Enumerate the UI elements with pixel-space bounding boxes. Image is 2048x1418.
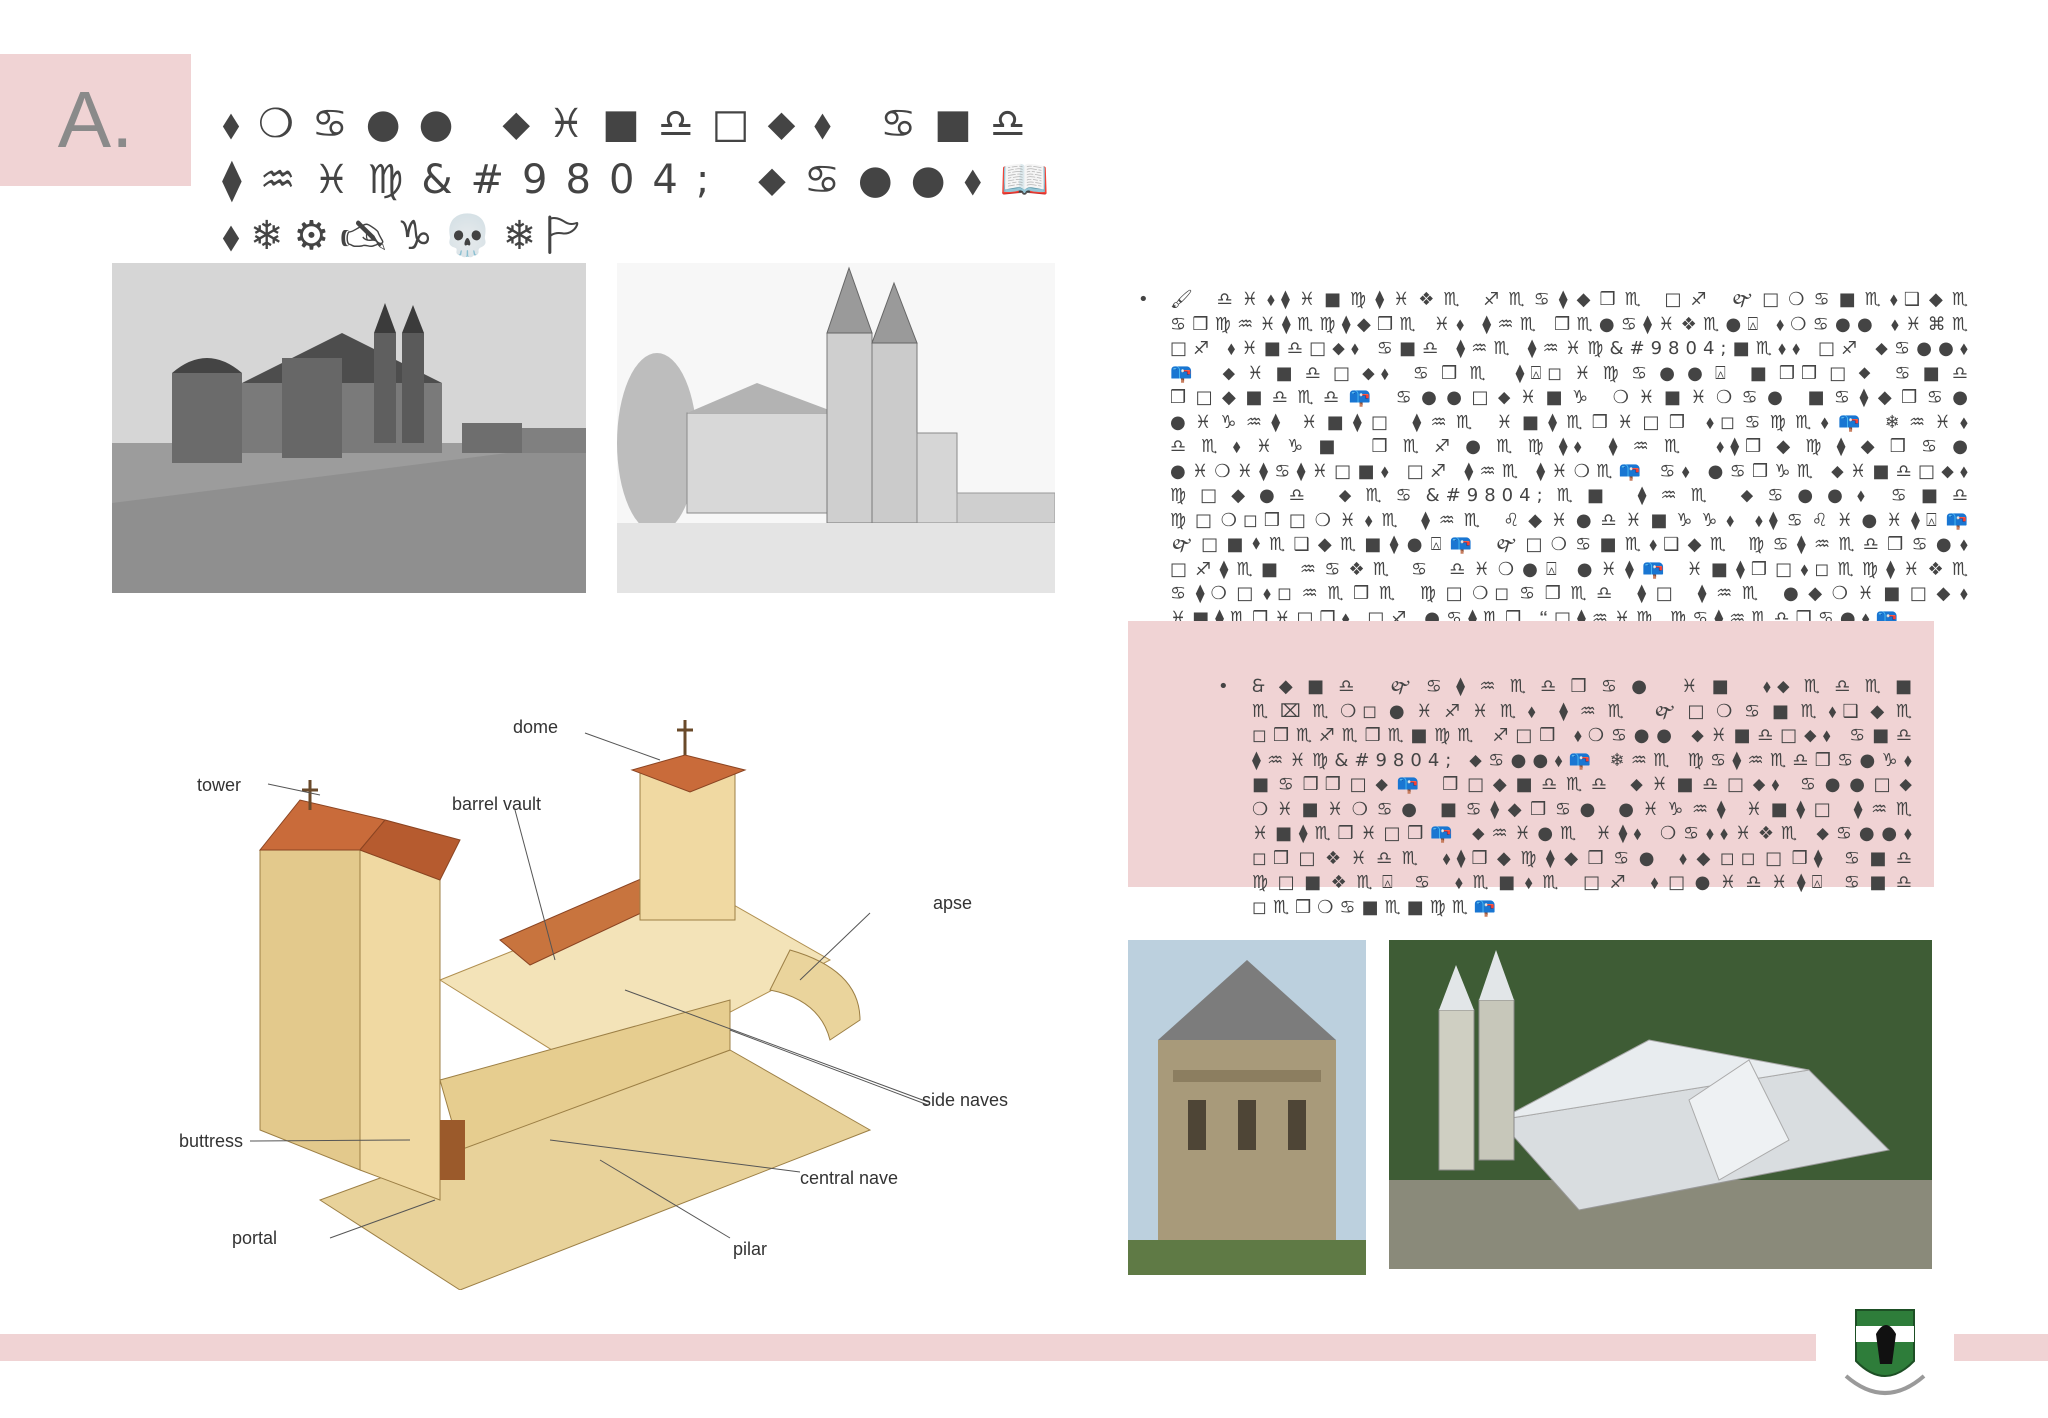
example-bullet-list: 🙲◆■♎ 🙰♋⧫♒♏♎❒♋● ♓■ ⬧⬥♏♎♏■ ♏⌧♏❍◻●♓♐♓♏⬧ ⧫♒♏… (1178, 675, 1918, 920)
intro-paragraph: 🖌 ♎♓⬧⧫♓■♍⧫♓❖♏ ♐♏♋⧫◆❒♏ □♐ 🙰□❍♋■♏⬧❑◆♏ ♋❒♍♒… (1138, 288, 1974, 631)
cathedral-photo-grayscale (112, 263, 586, 593)
label-buttress: buttress (179, 1131, 243, 1151)
intro-bullet-list: 🖌 ♎♓⬧⧫♓■♍⧫♓❖♏ ♐♏♋⧫◆❒♏ □♐ 🙰□❍♋■♏⬧❑◆♏ ♋❒♍♒… (1098, 288, 1974, 631)
section-letter: A. (57, 75, 134, 164)
label-apse: apse (933, 893, 972, 913)
footer-bar-left (0, 1334, 1816, 1361)
label-tower: tower (197, 775, 241, 795)
apse-photo (1128, 940, 1366, 1275)
label-pilar: pilar (733, 1239, 767, 1259)
label-central-nave: central nave (800, 1168, 898, 1188)
label-dome: dome (513, 717, 558, 737)
cathedral-engraving (617, 263, 1055, 593)
section-badge: A. (0, 54, 191, 186)
label-side-naves: side naves (922, 1090, 1008, 1110)
aerial-cathedral-photo (1389, 940, 1932, 1269)
title-line-2: ⬧❄⚙🖎♑💀❄🏱 (222, 213, 591, 259)
label-barrel-vault: barrel vault (452, 794, 541, 814)
romanesque-church-diagram: tower dome barrel vault apse side naves … (179, 717, 1008, 1290)
title-line-1: ⬧❍♋●● ⬥♓■♎□⬥⬧ ♋■♎ ⧫♒♓♍&#9804; ⬥♋●●⬧📖 (222, 101, 1068, 203)
label-portal: portal (232, 1228, 277, 1248)
page-title: ⬧❍♋●● ⬥♓■♎□⬥⬧ ♋■♎ ⧫♒♓♍&#9804; ⬥♋●●⬧📖 ⬧❄⚙… (222, 96, 1522, 264)
school-crest-logo (1826, 1306, 1944, 1410)
footer-bar-right (1954, 1334, 2048, 1361)
example-paragraph: 🙲◆■♎ 🙰♋⧫♒♏♎❒♋● ♓■ ⬧⬥♏♎♏■ ♏⌧♏❍◻●♓♐♓♏⬧ ⧫♒♏… (1218, 675, 1918, 920)
